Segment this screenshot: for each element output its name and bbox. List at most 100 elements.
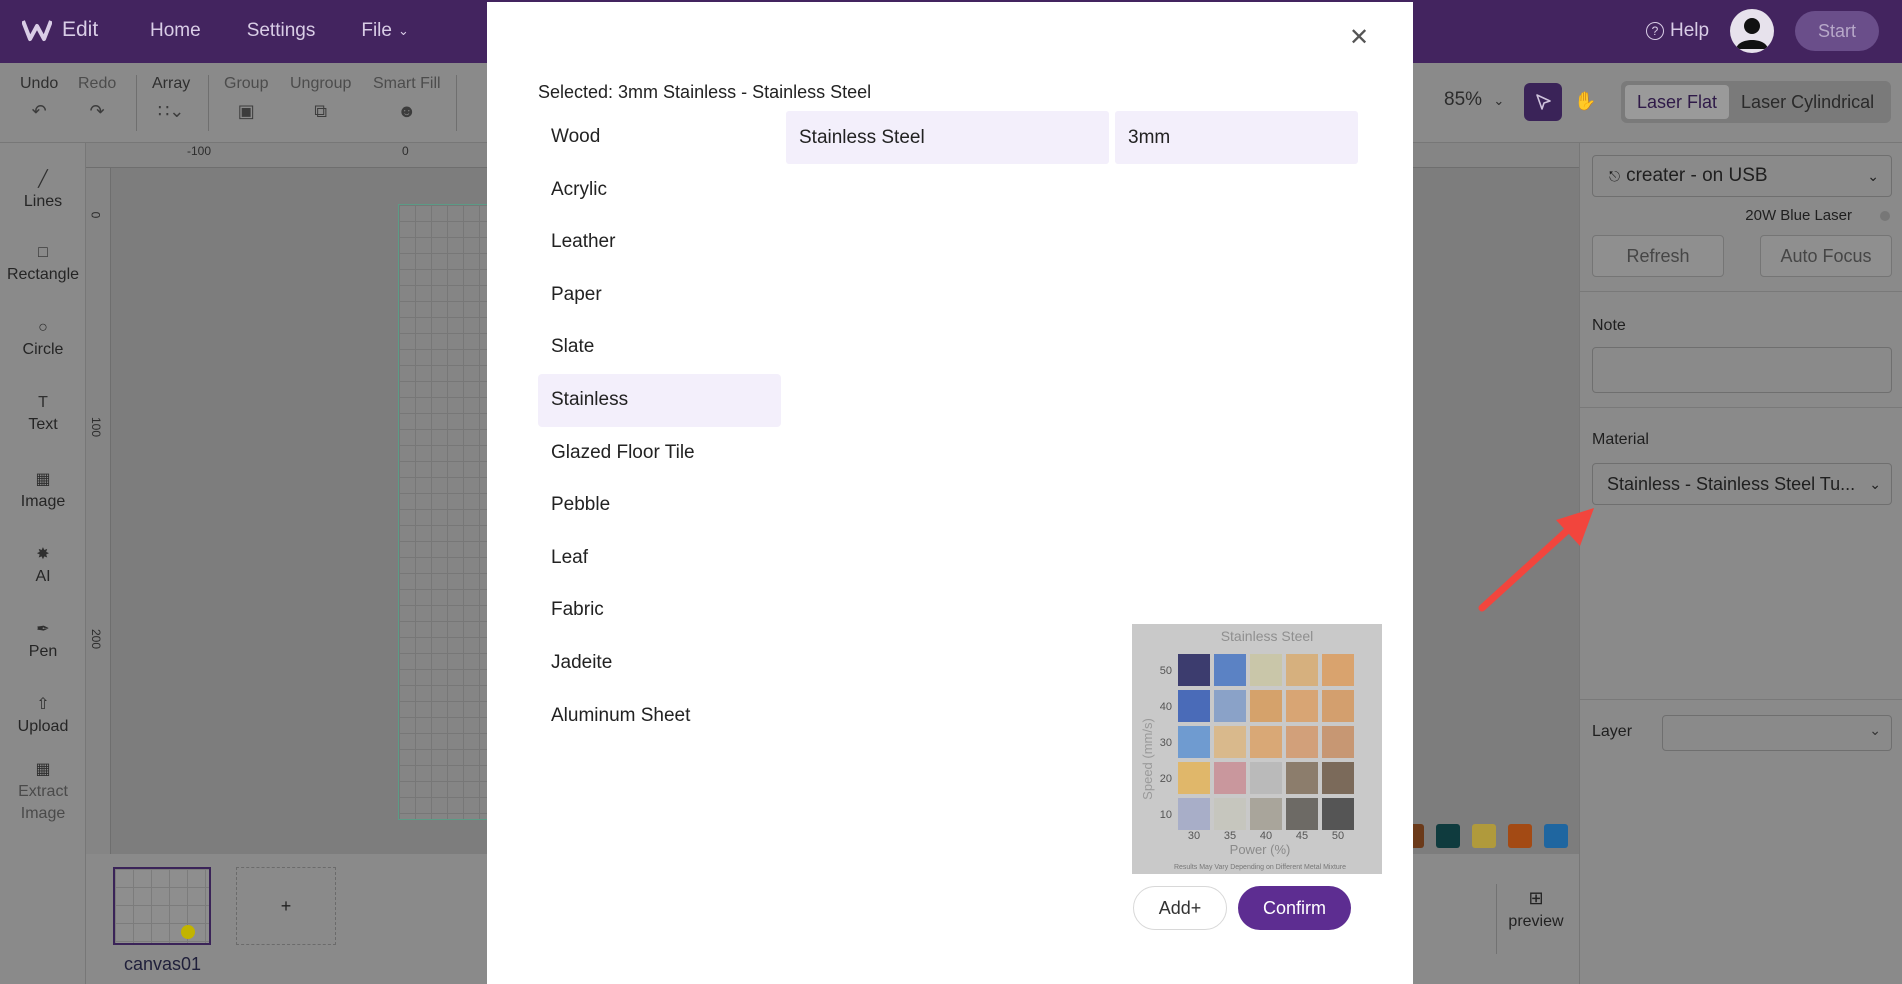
start-button[interactable]: Start (1795, 11, 1879, 51)
zoom-select[interactable]: 85% ⌄ (1444, 89, 1504, 111)
material-item-acrylic[interactable]: Acrylic (538, 164, 781, 217)
image-label: Image (20, 493, 66, 510)
layer-label: Layer (1592, 723, 1633, 740)
color-swatch[interactable] (1472, 824, 1496, 848)
nav-settings[interactable]: Settings (247, 20, 316, 42)
smart-fill-button[interactable]: Smart Fill ☻ (373, 75, 441, 122)
usb-icon: ⎋ (1609, 168, 1621, 184)
material-item-aluminum-sheet[interactable]: Aluminum Sheet (538, 690, 781, 743)
text-tool[interactable]: T Text (0, 394, 86, 434)
material-item-fabric[interactable]: Fabric (538, 584, 781, 637)
color-swatch[interactable] (1436, 824, 1460, 848)
redo-button[interactable]: Redo ↷ (78, 75, 116, 122)
nav-file[interactable]: File ⌄ (361, 20, 409, 42)
note-textarea[interactable] (1592, 347, 1892, 393)
hand-tool-button[interactable]: ✋ (1574, 91, 1596, 112)
swatch-cell (1214, 798, 1246, 830)
ai-tool[interactable]: ✸ AI (0, 544, 86, 586)
add-material-button[interactable]: Add+ (1133, 886, 1227, 930)
undo-button[interactable]: Undo ↶ (20, 75, 58, 122)
swatch-cell (1250, 654, 1282, 686)
redo-label: Redo (78, 75, 117, 92)
material-item-paper[interactable]: Paper (538, 269, 781, 322)
swatch-y-tick: 30 (1160, 737, 1172, 749)
color-swatch[interactable] (1544, 824, 1568, 848)
circle-icon: ○ (38, 319, 48, 336)
group-button[interactable]: Group ▣ (224, 75, 268, 122)
circle-tool[interactable]: ○ Circle (0, 319, 86, 359)
redo-icon: ↷ (89, 101, 105, 121)
ungroup-button[interactable]: Ungroup ⧉ (290, 75, 351, 122)
material-item-stainless[interactable]: Stainless (538, 373, 781, 427)
material-item-pebble[interactable]: Pebble (538, 479, 781, 532)
material-item-glazed-floor-tile[interactable]: Glazed Floor Tile (538, 427, 781, 480)
material-item-jadeite[interactable]: Jadeite (538, 637, 781, 690)
material-item-leaf[interactable]: Leaf (538, 532, 781, 585)
material-item-wood[interactable]: Wood (538, 111, 781, 164)
subtype-option[interactable]: Stainless Steel (786, 111, 1109, 164)
device-select[interactable]: ⎋ creater - on USB ⌄ (1592, 155, 1892, 197)
extract-label: Extract (18, 783, 68, 800)
hand-icon: ✋ (1574, 91, 1597, 111)
auto-focus-button[interactable]: Auto Focus (1760, 235, 1892, 277)
select-tool-button[interactable] (1524, 83, 1562, 121)
color-swatch[interactable] (1508, 824, 1532, 848)
status-dot (1880, 211, 1890, 221)
main-nav: Home Settings File ⌄ (150, 20, 409, 42)
array-button[interactable]: Array ∷⌄ (152, 75, 190, 122)
avatar[interactable] (1730, 9, 1774, 53)
toolbar-divider (456, 75, 457, 131)
logo-icon (22, 20, 52, 41)
ruler-tick-label: 0 (88, 211, 103, 219)
refresh-button[interactable]: Refresh (1592, 235, 1724, 277)
pen-tool[interactable]: ✒ Pen (0, 619, 86, 661)
material-select[interactable]: Stainless - Stainless Steel Tu... ⌄ (1592, 463, 1892, 505)
image-tool[interactable]: ▦ Image (0, 469, 86, 511)
upload-icon: ⇧ (36, 696, 50, 713)
rectangle-icon: □ (38, 244, 48, 261)
group-icon: ▣ (237, 101, 255, 121)
brand[interactable]: Edit (22, 18, 98, 42)
lines-tool[interactable]: ╱ Lines (0, 169, 86, 211)
confirm-button[interactable]: Confirm (1238, 886, 1351, 930)
material-test-image: Stainless Steel Speed (mm/s) Power (%) R… (1132, 624, 1382, 874)
layer-select[interactable]: ⌄ (1662, 715, 1892, 751)
canvas-thumbnail[interactable] (113, 867, 211, 945)
undo-icon: ↶ (31, 101, 47, 121)
upload-tool[interactable]: ⇧ Upload (0, 694, 86, 736)
swatch-x-tick: 30 (1188, 830, 1200, 842)
material-item-slate[interactable]: Slate (538, 321, 781, 374)
extract-image-label: Image (20, 805, 66, 822)
swatch-x-tick: 35 (1224, 830, 1236, 842)
swatch-cell (1214, 690, 1246, 722)
ungroup-icon: ⧉ (314, 101, 328, 121)
extract-icon: ▦ (35, 761, 51, 778)
material-value: Stainless - Stainless Steel Tu... (1607, 474, 1856, 494)
pen-icon: ✒ (36, 621, 50, 638)
laser-flat-tab[interactable]: Laser Flat (1625, 85, 1730, 119)
material-dialog: ✕ Selected: 3mm Stainless - Stainless St… (487, 2, 1413, 984)
material-item-leather[interactable]: Leather (538, 216, 781, 269)
preview-button[interactable]: ⊞ preview (1496, 888, 1576, 931)
laser-cylindrical-tab[interactable]: Laser Cylindrical (1729, 85, 1886, 119)
rectangle-tool[interactable]: □ Rectangle (0, 244, 86, 284)
pen-label: Pen (28, 643, 58, 660)
ai-label: AI (35, 568, 51, 585)
toolbar-divider (136, 75, 137, 131)
thickness-option[interactable]: 3mm (1115, 111, 1358, 164)
swatch-ylabel: Speed (mm/s) (1140, 718, 1155, 800)
swatch-cell (1214, 654, 1246, 686)
swatch-cell (1286, 690, 1318, 722)
toolbar-divider (208, 75, 209, 131)
swatch-cell (1250, 762, 1282, 794)
swatch-cell (1286, 654, 1318, 686)
close-icon[interactable]: ✕ (1345, 24, 1373, 52)
preview-label: preview (1508, 913, 1564, 930)
swatch-y-tick: 50 (1160, 665, 1172, 677)
swatch-cell (1322, 654, 1354, 686)
help-link[interactable]: ? Help (1646, 20, 1709, 42)
extract-image-tool[interactable]: ▦ Extract Image (0, 759, 86, 823)
nav-home[interactable]: Home (150, 20, 201, 42)
add-canvas-button[interactable]: + (236, 867, 336, 945)
swatch-cell (1250, 798, 1282, 830)
